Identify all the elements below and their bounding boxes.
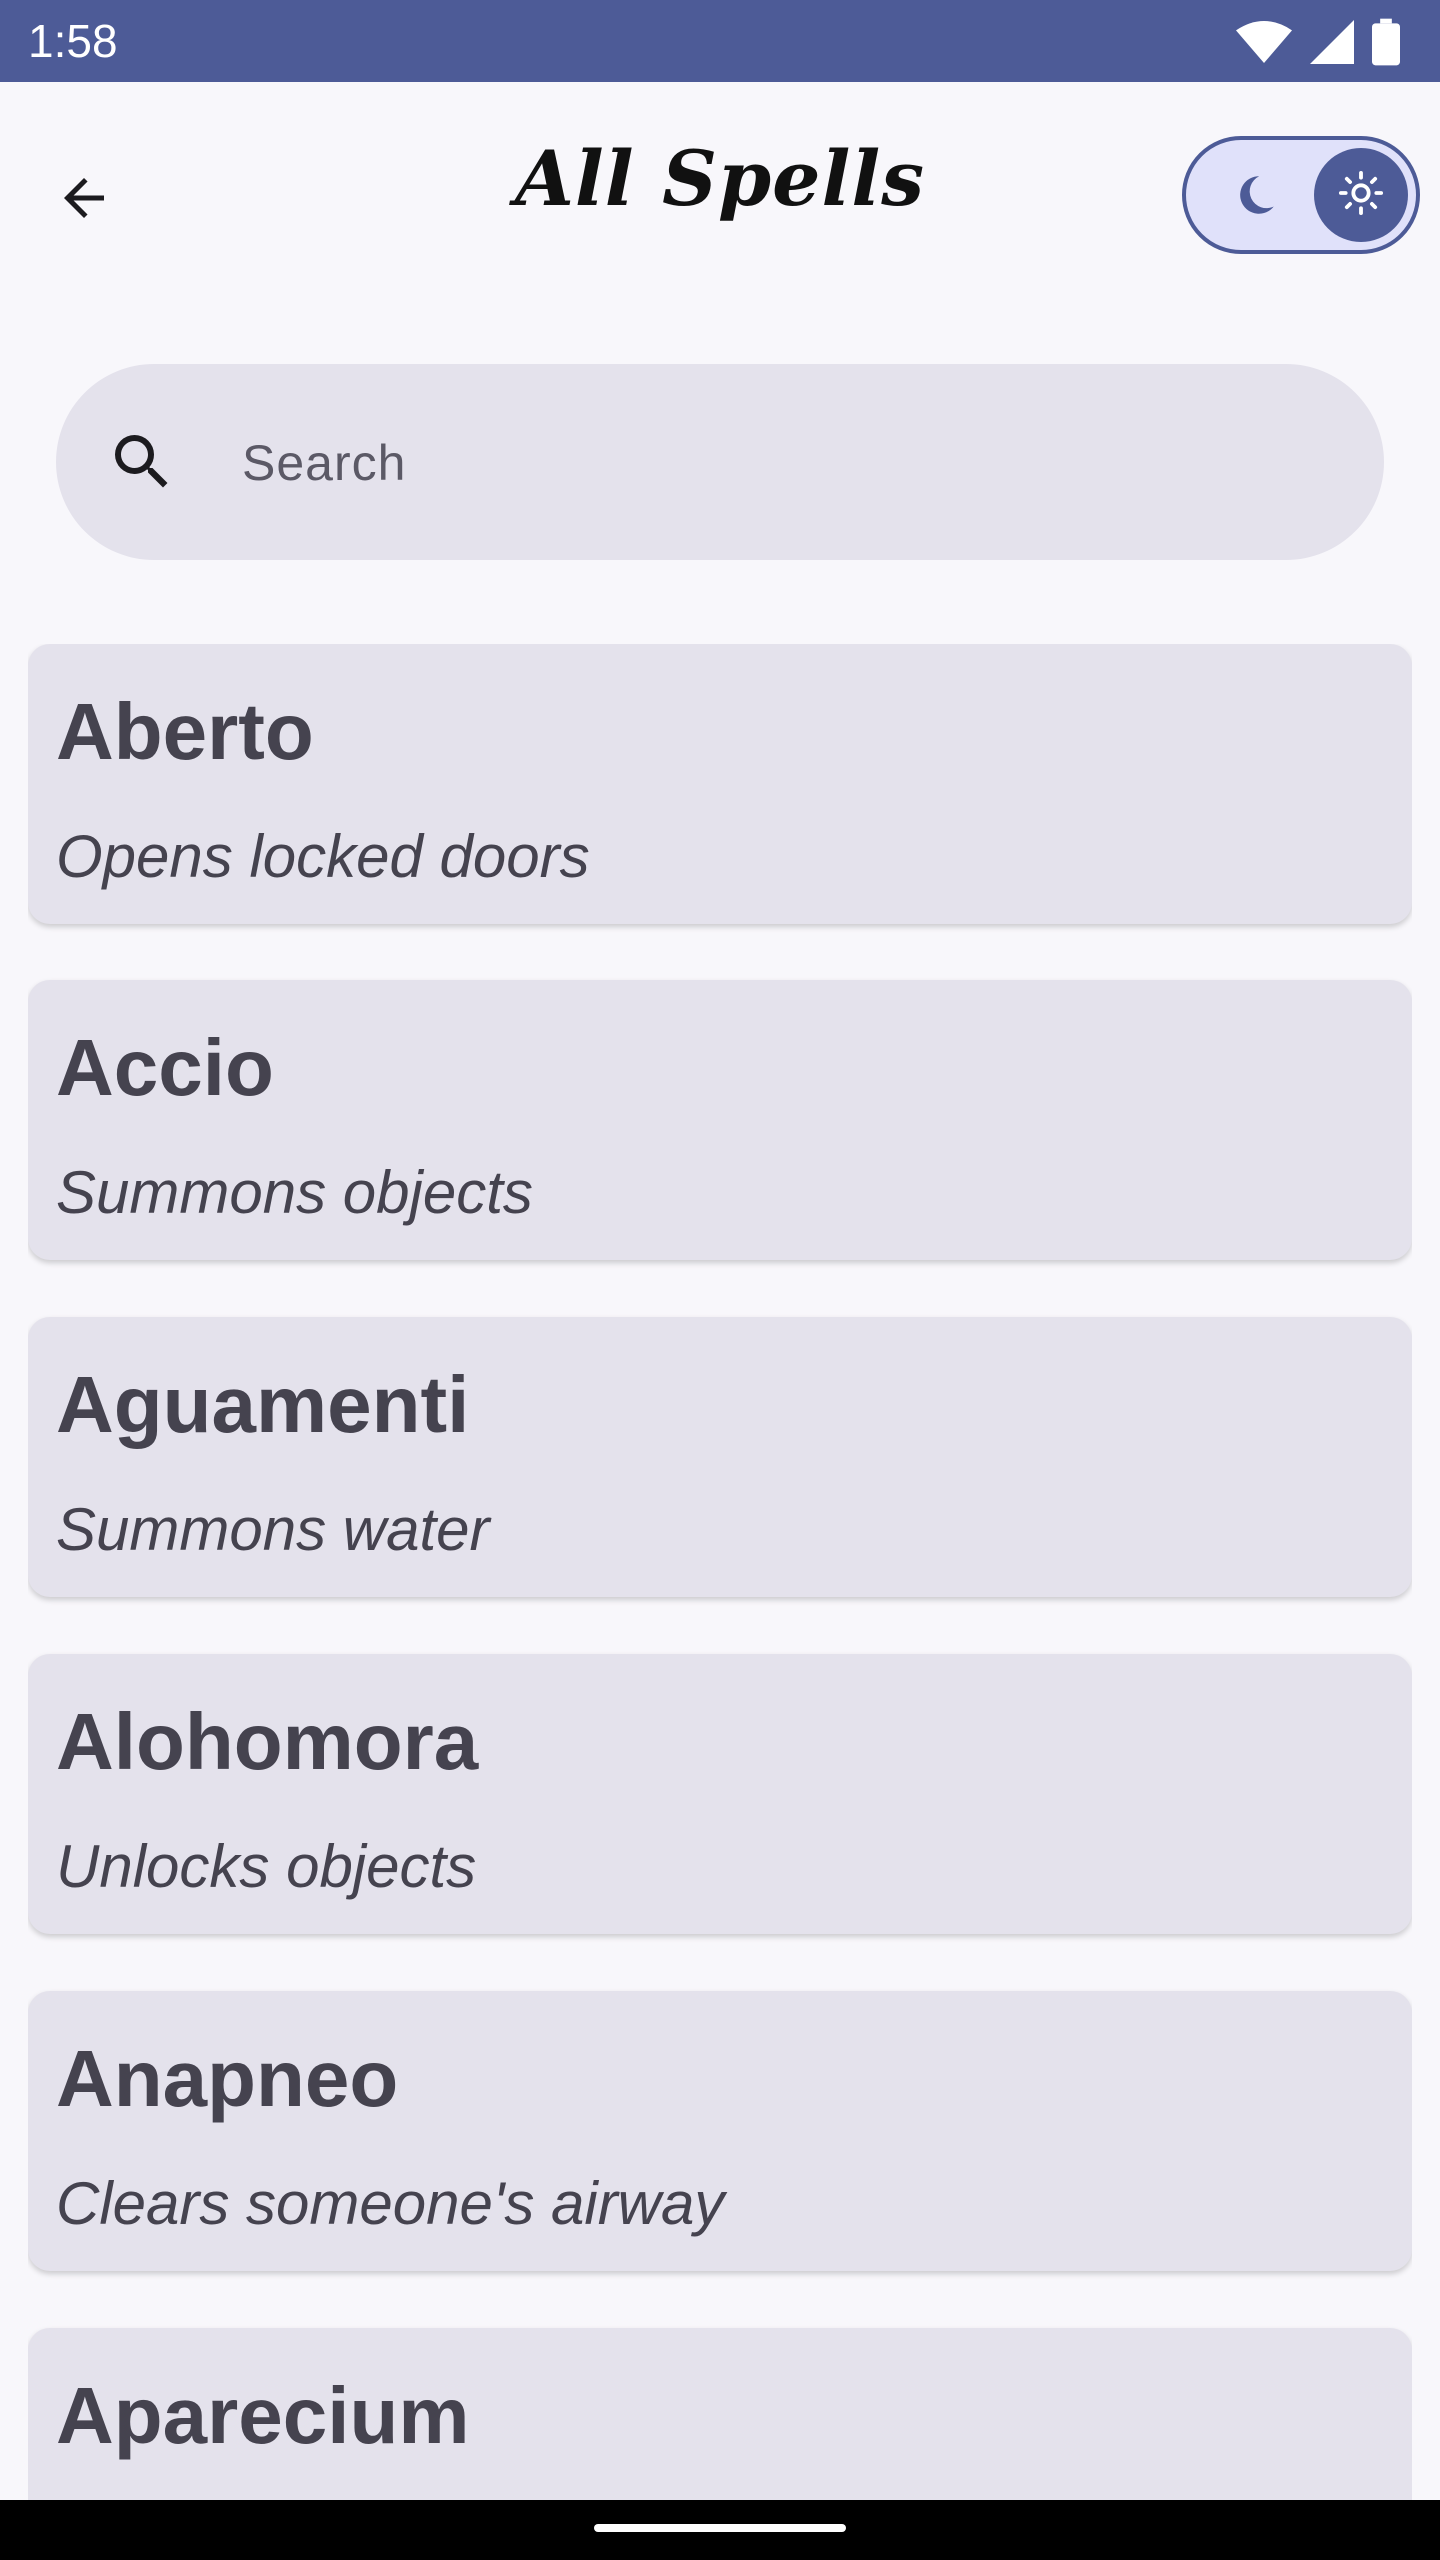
- spell-description: Summons water: [56, 1496, 490, 1563]
- spell-card[interactable]: Anapneo Clears someone's airway: [28, 1991, 1412, 2271]
- search-input[interactable]: [240, 412, 1324, 514]
- spell-description: Unlocks objects: [56, 1833, 477, 1900]
- navigation-bar: [0, 2500, 1440, 2560]
- status-time: 1:58: [28, 15, 118, 67]
- spell-description: Clears someone's airway: [56, 2170, 725, 2237]
- spell-card[interactable]: Aberto Opens locked doors: [28, 644, 1412, 924]
- spell-list[interactable]: Aberto Opens locked doors Accio Summons …: [28, 644, 1412, 2500]
- toggle-thumb[interactable]: [1314, 148, 1408, 242]
- spell-card[interactable]: Accio Summons objects: [28, 980, 1412, 1260]
- home-gesture-handle[interactable]: [594, 2524, 846, 2532]
- spell-description: Opens locked doors: [56, 823, 590, 890]
- theme-toggle[interactable]: [1182, 136, 1420, 254]
- wifi-icon: [1236, 20, 1292, 64]
- sun-icon: [1338, 170, 1384, 221]
- spell-name: Accio: [56, 1023, 274, 1112]
- spell-name: Aguamenti: [56, 1360, 470, 1449]
- spell-name: Alohomora: [56, 1697, 479, 1786]
- cellular-signal-icon: [1310, 20, 1354, 64]
- status-icons: [1236, 18, 1400, 66]
- moon-icon: [1230, 170, 1280, 225]
- search-bar[interactable]: [56, 364, 1384, 560]
- status-bar: 1:58: [0, 0, 1440, 82]
- battery-icon: [1372, 18, 1400, 66]
- spell-card[interactable]: Alohomora Unlocks objects: [28, 1654, 1412, 1934]
- top-app-bar: All Spells: [0, 82, 1440, 312]
- spell-name: Aparecium: [56, 2371, 470, 2460]
- spell-name: Anapneo: [56, 2034, 399, 2123]
- search-icon: [106, 426, 178, 503]
- spell-card[interactable]: Aguamenti Summons water: [28, 1317, 1412, 1597]
- spell-card[interactable]: Aparecium: [28, 2328, 1412, 2500]
- spell-description: Summons objects: [56, 1159, 533, 1226]
- spell-name: Aberto: [56, 687, 314, 776]
